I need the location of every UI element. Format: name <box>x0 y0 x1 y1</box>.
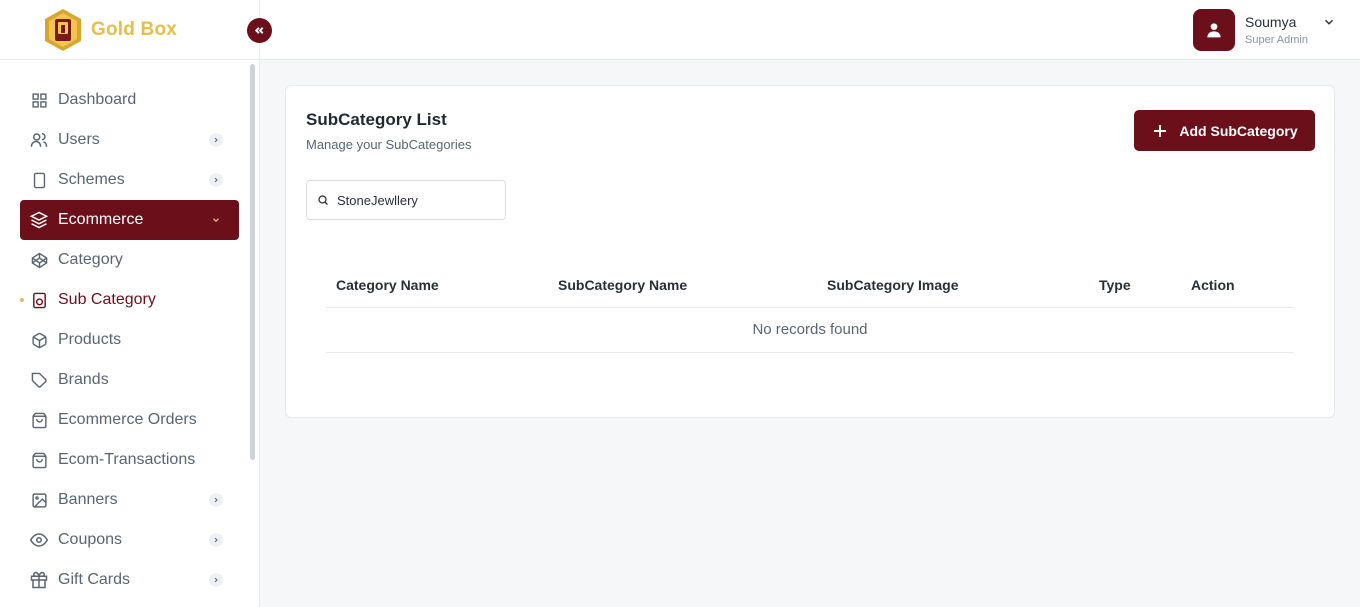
sidebar-item-dashboard[interactable]: Dashboard <box>0 80 250 120</box>
sidebar-item-label: Ecommerce Orders <box>58 411 197 428</box>
tablet-icon <box>30 171 48 189</box>
add-subcategory-label: Add SubCategory <box>1179 122 1298 139</box>
user-icon <box>1207 23 1221 38</box>
chevron-down-icon <box>209 213 223 227</box>
tag-icon <box>30 371 48 389</box>
sidebar-item-users[interactable]: Users <box>0 120 250 160</box>
table-header: Category Name SubCategory Name SubCatego… <box>326 264 1294 308</box>
sidebar-item-ecom-transactions[interactable]: Ecom-Transactions <box>0 440 250 480</box>
chevron-right-icon <box>209 133 223 147</box>
column-header-category-name[interactable]: Category Name <box>336 277 439 293</box>
page-title: SubCategory List <box>306 110 447 129</box>
chevron-right-icon <box>209 573 223 587</box>
sidebar-item-label: Sub Category <box>58 291 156 308</box>
users-icon <box>30 131 48 149</box>
user-role: Super Admin <box>1245 34 1308 46</box>
sidebar-item-banners[interactable]: Banners <box>0 480 250 520</box>
layers-icon <box>30 211 48 229</box>
avatar[interactable] <box>1193 9 1235 51</box>
top-header: Soumya Super Admin <box>260 0 1360 60</box>
add-subcategory-button[interactable]: Add SubCategory <box>1134 110 1315 151</box>
sidebar-item-schemes[interactable]: Schemes <box>0 160 250 200</box>
search-input[interactable] <box>337 192 497 208</box>
chevron-down-icon[interactable] <box>1322 15 1336 29</box>
grid-icon <box>30 91 48 109</box>
active-dot <box>20 298 24 302</box>
sidebar-item-label: Ecommerce <box>58 211 144 228</box>
chevron-right-icon <box>209 173 223 187</box>
sidebar-item-gift-cards[interactable]: Gift Cards <box>0 560 250 600</box>
sidebar-item-label: Banners <box>58 491 118 508</box>
sidebar-item-label: Schemes <box>58 171 125 188</box>
sidebar-item-label: Users <box>58 131 100 148</box>
plus-icon <box>1151 122 1169 140</box>
gold-box-logo-icon <box>45 9 81 51</box>
image-icon <box>30 491 48 509</box>
column-header-type[interactable]: Type <box>1099 277 1131 293</box>
codepen-icon <box>30 251 48 269</box>
brand-name: Gold Box <box>91 19 178 40</box>
shopping-bag-icon <box>30 451 48 469</box>
chevrons-left-icon <box>254 27 264 34</box>
sidebar-item-label: Ecom-Transactions <box>58 451 196 468</box>
column-header-subcategory-image[interactable]: SubCategory Image <box>827 277 958 293</box>
sidebar-item-label: Brands <box>58 371 109 388</box>
chevron-right-icon <box>209 493 223 507</box>
box-icon <box>30 331 48 349</box>
sidebar-item-label: Dashboard <box>58 91 137 108</box>
sidebar-item-category[interactable]: Category <box>0 240 250 280</box>
shopping-bag-icon <box>30 411 48 429</box>
column-header-subcategory-name[interactable]: SubCategory Name <box>558 277 687 293</box>
sidebar-item-label: Products <box>58 331 122 348</box>
sidebar-item-label: Category <box>58 251 123 268</box>
sidebar-item-ecommerce[interactable]: Ecommerce <box>20 200 239 240</box>
subcategory-table: Category Name SubCategory Name SubCatego… <box>326 264 1294 353</box>
search-icon <box>318 195 328 205</box>
subcategory-card: SubCategory List Manage your SubCategori… <box>285 85 1335 418</box>
sidebar: Gold Box Dashboard Users Schemes Ecommer… <box>0 0 260 607</box>
brand: Gold Box <box>0 0 259 60</box>
page-subtitle: Manage your SubCategories <box>306 137 472 152</box>
user-name[interactable]: Soumya <box>1245 14 1296 30</box>
sidebar-item-sub-category[interactable]: Sub Category <box>0 280 250 320</box>
chevron-right-icon <box>209 533 223 547</box>
sidebar-item-coupons[interactable]: Coupons <box>0 520 250 560</box>
search-box <box>306 180 506 220</box>
column-header-action[interactable]: Action <box>1191 277 1235 293</box>
empty-state-text: No records found <box>326 308 1294 353</box>
sidebar-item-brands[interactable]: Brands <box>0 360 250 400</box>
sidebar-scrollbar[interactable] <box>250 64 255 460</box>
sidebar-nav: Dashboard Users Schemes Ecommerce Catego… <box>0 80 250 600</box>
sidebar-item-products[interactable]: Products <box>0 320 250 360</box>
speaker-icon <box>30 291 48 309</box>
eye-icon <box>30 531 48 549</box>
sidebar-item-label: Gift Cards <box>58 571 131 588</box>
sidebar-collapse-button[interactable] <box>247 18 272 43</box>
sidebar-item-ecommerce-orders[interactable]: Ecommerce Orders <box>0 400 250 440</box>
sidebar-item-label: Coupons <box>58 531 123 548</box>
gift-icon <box>30 571 48 589</box>
